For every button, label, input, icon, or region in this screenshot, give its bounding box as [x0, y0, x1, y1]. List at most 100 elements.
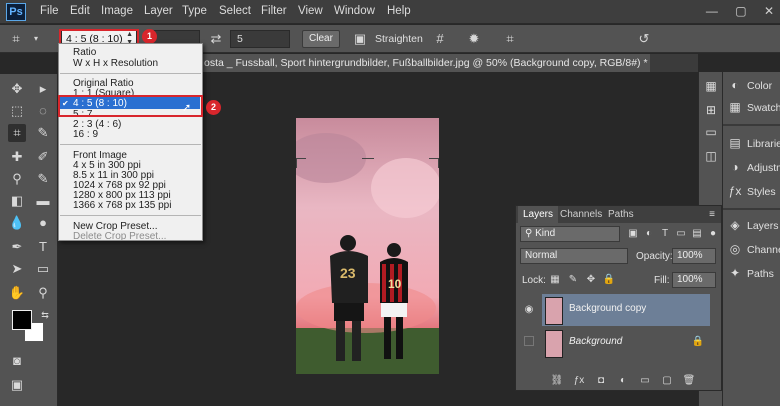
- eyedropper-tool-icon[interactable]: ✎: [34, 124, 52, 142]
- filter-pixel-icon[interactable]: ▣: [626, 227, 640, 241]
- new-layer-icon[interactable]: ▢: [660, 374, 674, 388]
- filter-type-icon[interactable]: T: [658, 227, 672, 241]
- swap-colors-icon[interactable]: ⇆: [36, 306, 54, 324]
- add-mask-icon[interactable]: ◘: [594, 374, 608, 388]
- canvas-photo[interactable]: 23 10: [296, 118, 439, 374]
- panel-color[interactable]: ◐ Color: [727, 76, 780, 94]
- clear-button[interactable]: Clear: [302, 30, 340, 48]
- trash-icon[interactable]: 🗑: [682, 374, 696, 388]
- menu-select[interactable]: Select: [219, 5, 251, 17]
- chevron-down-icon[interactable]: ▾: [28, 31, 44, 47]
- fill-input[interactable]: 100%: [672, 272, 716, 288]
- panel-styles[interactable]: ƒx Styles: [727, 182, 780, 200]
- menu-type[interactable]: Type: [182, 5, 207, 17]
- menu-file[interactable]: File: [40, 5, 59, 17]
- marquee-tool-icon[interactable]: ⬚: [8, 102, 26, 120]
- path-selection-icon[interactable]: ➤: [8, 260, 26, 278]
- dodge-tool-icon[interactable]: ●: [34, 214, 52, 232]
- styles-icon: ƒx: [728, 184, 742, 198]
- foreground-color-swatch[interactable]: [12, 310, 32, 330]
- eraser-tool-icon[interactable]: ◧: [8, 192, 26, 210]
- panel-layers[interactable]: ◈ Layers: [727, 216, 780, 234]
- restore-button[interactable]: ▢: [735, 4, 746, 18]
- rectangle-tool-icon[interactable]: ▭: [34, 260, 52, 278]
- menu-edit[interactable]: Edit: [70, 5, 90, 17]
- crop-tool-icon[interactable]: ⌗: [8, 124, 26, 142]
- delete-cropped-pixels-icon[interactable]: ⌗: [502, 31, 518, 47]
- swap-arrows-icon[interactable]: ⇄: [208, 31, 224, 47]
- crop-handle-top-right[interactable]: [429, 158, 439, 168]
- lock-all-icon[interactable]: 🔒: [602, 273, 616, 287]
- move-tool-icon[interactable]: ✥: [8, 80, 26, 98]
- panel-paths[interactable]: ✦ Paths: [727, 264, 780, 282]
- lasso-tool-icon[interactable]: ◌: [34, 102, 52, 120]
- link-layers-icon[interactable]: ⛓: [550, 374, 564, 388]
- crop-handle-top[interactable]: [362, 158, 374, 168]
- tab-channels[interactable]: Channels: [560, 209, 602, 220]
- filter-smart-object-icon[interactable]: ▤: [690, 227, 704, 241]
- menu-image[interactable]: Image: [101, 5, 133, 17]
- filter-shape-icon[interactable]: ▭: [674, 227, 688, 241]
- minimize-button[interactable]: —: [706, 4, 718, 18]
- overlay-grid-icon[interactable]: #: [432, 31, 448, 47]
- menu-window[interactable]: Window: [334, 5, 375, 17]
- layer-filter-select[interactable]: ⚲ Kind: [520, 226, 620, 242]
- tab-layers[interactable]: Layers: [518, 206, 559, 223]
- quick-mask-icon[interactable]: ◙: [8, 352, 26, 370]
- panel-layers-label: Layers: [747, 220, 779, 232]
- blur-tool-icon[interactable]: 💧: [8, 214, 26, 232]
- close-button[interactable]: ✕: [764, 4, 774, 18]
- properties-icon[interactable]: ⊞: [703, 102, 719, 118]
- hand-tool-icon[interactable]: ✋: [8, 284, 26, 302]
- layer-row[interactable]: Background copy: [542, 294, 710, 326]
- menu-help[interactable]: Help: [387, 5, 411, 17]
- reset-icon[interactable]: ↺: [636, 31, 652, 47]
- layer-row[interactable]: Background 🔒: [542, 327, 710, 359]
- document-tab[interactable]: osta _ Fussball, Sport hintergrundbilder…: [202, 54, 650, 72]
- lock-transparent-icon[interactable]: ▦: [548, 273, 562, 287]
- screen-mode-icon[interactable]: ▣: [8, 376, 26, 394]
- gear-icon[interactable]: ✹: [466, 31, 482, 47]
- filter-adjustment-icon[interactable]: ◐: [642, 227, 656, 241]
- dd-ratio[interactable]: Ratio: [73, 47, 96, 58]
- gradient-tool-icon[interactable]: ▬: [34, 192, 52, 210]
- brush-tool-icon[interactable]: ✐: [34, 148, 52, 166]
- straighten-button[interactable]: Straighten: [375, 33, 423, 45]
- clone-stamp-icon[interactable]: ⚲: [8, 170, 26, 188]
- filter-toggle-icon[interactable]: ●: [706, 227, 720, 241]
- artboard-tool-icon[interactable]: ▸: [34, 80, 52, 98]
- layer-style-icon[interactable]: ƒx: [572, 374, 586, 388]
- menu-layer[interactable]: Layer: [144, 5, 173, 17]
- type-tool-icon[interactable]: T: [34, 238, 52, 256]
- blend-mode-select[interactable]: Normal: [520, 248, 628, 264]
- visibility-toggle-off[interactable]: [524, 336, 534, 346]
- panel-adjustments[interactable]: ◑ Adjustments: [727, 158, 780, 176]
- zoom-tool-icon[interactable]: ⚲: [34, 284, 52, 302]
- ratio-height-field[interactable]: 5: [230, 30, 290, 48]
- tab-paths[interactable]: Paths: [608, 209, 634, 220]
- opacity-input[interactable]: 100%: [672, 248, 716, 264]
- panel-menu-icon[interactable]: ≡: [709, 209, 715, 220]
- eye-icon[interactable]: ◉: [522, 303, 536, 317]
- right-panel-dock: ◐ Color ▦ Swatches ▤ Libraries ◑ Adjustments…: [722, 72, 780, 406]
- history-icon[interactable]: ▦: [703, 78, 719, 94]
- info-icon[interactable]: ▭: [703, 124, 719, 140]
- panel-channels[interactable]: ◎ Channels: [727, 240, 780, 258]
- new-group-icon[interactable]: ▭: [638, 374, 652, 388]
- dd-wxh-resolution[interactable]: W x H x Resolution: [73, 58, 158, 69]
- brush-presets-icon[interactable]: ◫: [703, 148, 719, 164]
- history-brush-icon[interactable]: ✎: [34, 170, 52, 188]
- crop-tool-preset-icon[interactable]: ⌗: [8, 31, 24, 47]
- adjustment-layer-icon[interactable]: ◐: [616, 374, 630, 388]
- menu-filter[interactable]: Filter: [261, 5, 287, 17]
- panel-libraries[interactable]: ▤ Libraries: [727, 134, 780, 152]
- menu-view[interactable]: View: [298, 5, 323, 17]
- lock-image-icon[interactable]: ✎: [566, 273, 580, 287]
- dd-1366x768[interactable]: 1366 x 768 px 135 ppi: [73, 200, 171, 211]
- lock-position-icon[interactable]: ✥: [584, 273, 598, 287]
- crop-handle-top-left[interactable]: [296, 158, 306, 168]
- pen-tool-icon[interactable]: ✒: [8, 238, 26, 256]
- dd-16-9[interactable]: 16 : 9: [73, 129, 98, 140]
- healing-brush-icon[interactable]: ✚: [8, 148, 26, 166]
- panel-swatches[interactable]: ▦ Swatches: [727, 98, 780, 116]
